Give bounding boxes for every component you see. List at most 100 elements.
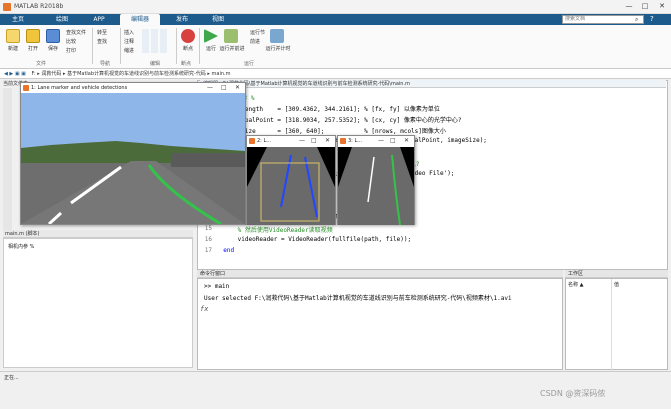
- group-divider: [92, 28, 93, 64]
- minimize-button[interactable]: —: [622, 2, 636, 12]
- figure-3-title: 3: L...: [338, 136, 414, 146]
- code-text: focalLength = [309.4362, 344.2161]; % [f…: [216, 106, 440, 113]
- run-advance-label[interactable]: 运行并前进: [219, 45, 245, 52]
- minimize-button[interactable]: —: [207, 84, 213, 91]
- edit-tools-icons[interactable]: [142, 29, 168, 53]
- advance-button[interactable]: 前进: [250, 38, 260, 45]
- code-line[interactable]: 16 videoReader = VideoReader(fullfile(pa…: [198, 236, 664, 247]
- details-panel: 相机内参 %: [3, 238, 193, 368]
- command-window[interactable]: >> main User selected F:\润救代码\基于Matlab计算…: [197, 278, 563, 370]
- line-number: 16: [204, 236, 212, 243]
- comment-button[interactable]: 注释: [124, 38, 134, 45]
- run-advance-icon[interactable]: [224, 29, 238, 43]
- figure-window-1[interactable]: 1: Lane marker and vehicle detections — …: [20, 82, 246, 225]
- maximize-button[interactable]: □: [221, 84, 227, 91]
- lane-detection-frame: [21, 93, 245, 224]
- open-button-label[interactable]: 打开: [22, 45, 44, 52]
- window-title: MATLAB R2018b: [14, 3, 64, 10]
- tab-editor[interactable]: 编辑器: [120, 14, 160, 25]
- new-icon[interactable]: [6, 29, 20, 43]
- code-text: principalPoint = [318.9034, 257.5352]; %…: [216, 117, 462, 124]
- code-text: videoReader = VideoReader(fullfile(path,…: [216, 236, 412, 243]
- lane-overlay-view: [338, 147, 414, 225]
- command-window-header: 命令行窗口: [197, 270, 563, 278]
- run-time-label[interactable]: 运行并计时: [264, 45, 292, 52]
- minimize-button[interactable]: —: [299, 137, 305, 144]
- address-bar[interactable]: ◀ ▶ ▣ ▣ F: ▸ 润救代码 ▸ 基于Matlab计算机视觉的车道线识别与…: [0, 69, 671, 79]
- help-icon[interactable]: ?: [650, 15, 654, 23]
- fx-prompt[interactable]: fx: [200, 305, 208, 313]
- command-line-1: >> main: [204, 283, 230, 290]
- find-files-button[interactable]: 查找文件: [66, 29, 86, 36]
- search-icon[interactable]: ⌕: [635, 16, 638, 24]
- tab-publish[interactable]: 发布: [168, 14, 196, 25]
- tab-home[interactable]: 主页: [4, 14, 32, 25]
- navigate-group-label: 导航: [100, 61, 111, 67]
- run-icon[interactable]: [204, 29, 218, 43]
- close-button[interactable]: ✕: [404, 137, 409, 144]
- code-line[interactable]: 15 % 然后使用VideoReader读取视频: [198, 225, 664, 236]
- indent-button[interactable]: 缩进: [124, 47, 134, 54]
- line-number: 17: [204, 247, 212, 254]
- code-line[interactable]: focalLength = [309.4362, 344.2161]; % [f…: [198, 104, 664, 115]
- figure-2-title: 2: L...: [247, 136, 335, 146]
- run-time-icon[interactable]: [270, 29, 284, 43]
- matlab-logo-icon: [3, 3, 11, 11]
- code-text: % 然后使用VideoReader读取视频: [216, 227, 333, 234]
- maximize-button[interactable]: □: [638, 2, 652, 12]
- tab-plots[interactable]: 绘图: [48, 14, 76, 25]
- save-icon[interactable]: [46, 29, 60, 43]
- new-button-label[interactable]: 新建: [2, 45, 24, 52]
- print-button[interactable]: 打印: [66, 47, 76, 54]
- matlab-figure-icon: [23, 85, 29, 91]
- run-group-label: 运行: [244, 61, 255, 67]
- tab-view[interactable]: 视图: [204, 14, 232, 25]
- watermark: CSDN @资深码侬: [540, 389, 606, 398]
- close-button[interactable]: ✕: [655, 2, 669, 12]
- search-input[interactable]: 搜索文档: [562, 15, 644, 24]
- close-button[interactable]: ✕: [325, 137, 330, 144]
- editor-tab[interactable]: 编辑器 - F:\润救代码\基于Matlab计算机视觉的车道线识别与前车检测系统…: [200, 80, 666, 88]
- back-forward-icons[interactable]: ◀ ▶ ▣ ▣: [0, 71, 26, 77]
- editor-ribbon: 新建 打开 保存 查找文件 比较 打印 文件 转至 查找 导航 插入 注释 缩进…: [0, 25, 671, 69]
- ws-col-value[interactable]: 值: [614, 281, 619, 288]
- status-bar: 正在...: [0, 371, 671, 383]
- ws-col-name[interactable]: 名称 ▲: [568, 281, 583, 288]
- open-icon[interactable]: [26, 29, 40, 43]
- run-section-button[interactable]: 运行节: [250, 29, 265, 36]
- minimize-button[interactable]: —: [378, 137, 384, 144]
- current-path[interactable]: F: ▸ 润救代码 ▸ 基于Matlab计算机视觉的车道线识别与前车检测系统研究…: [28, 71, 231, 77]
- maximize-button[interactable]: □: [390, 137, 396, 144]
- insert-button[interactable]: 插入: [124, 29, 134, 36]
- birds-eye-view: [247, 147, 335, 225]
- goto-button[interactable]: 转至: [97, 29, 107, 36]
- breakpoints-label[interactable]: 断点: [177, 45, 199, 52]
- workspace-table[interactable]: 名称 ▲ 值: [565, 278, 668, 371]
- save-button-label[interactable]: 保存: [42, 45, 64, 52]
- code-text: end: [216, 247, 235, 254]
- ws-col-divider: [611, 279, 612, 371]
- group-divider: [120, 28, 121, 64]
- breakpoints-group-label: 断点: [181, 61, 192, 67]
- title-bar: MATLAB R2018b — □ ✕: [0, 0, 671, 14]
- find-button[interactable]: 查找: [97, 38, 107, 45]
- maximize-button[interactable]: □: [311, 137, 317, 144]
- code-line[interactable]: principalPoint = [318.9034, 257.5352]; %…: [198, 115, 664, 126]
- code-text: imageSize = [360, 640]; % [nrows, mcols]…: [216, 128, 446, 135]
- figure-window-2[interactable]: 2: L... — □ ✕: [246, 135, 336, 225]
- status-text: 正在...: [4, 375, 19, 381]
- code-line[interactable]: % 相机内参 %: [198, 93, 664, 104]
- line-number: 15: [204, 225, 212, 232]
- breakpoint-icon[interactable]: [181, 29, 195, 43]
- figure-window-3[interactable]: 3: L... — □ ✕: [337, 135, 415, 225]
- details-text: 相机内参 %: [8, 244, 35, 250]
- matlab-figure-icon: [249, 138, 255, 144]
- command-line-2: User selected F:\润救代码\基于Matlab计算机视觉的车道线识…: [204, 295, 512, 302]
- workspace-header: 工作区: [565, 270, 668, 278]
- code-line[interactable]: 17 end: [198, 247, 664, 258]
- tab-apps[interactable]: APP: [85, 14, 113, 25]
- close-button[interactable]: ✕: [235, 84, 240, 91]
- compare-button[interactable]: 比较: [66, 38, 76, 45]
- details-header: main.m (脚本): [3, 230, 193, 238]
- matlab-figure-icon: [340, 138, 346, 144]
